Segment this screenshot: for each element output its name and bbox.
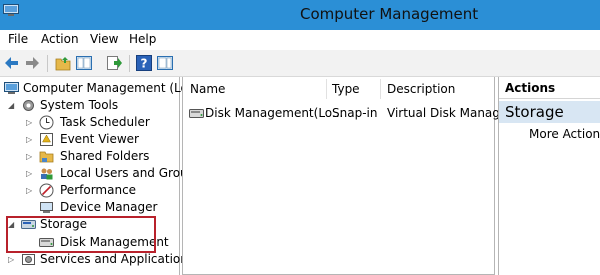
tree-label: Performance <box>60 183 137 197</box>
menu-action[interactable]: Action <box>41 32 79 46</box>
up-folder-icon[interactable] <box>55 55 71 71</box>
tree-label: Computer Management (Local <box>23 81 206 95</box>
column-separator[interactable] <box>380 79 381 99</box>
console-tree: Computer Management (Local ◢ System Tool… <box>0 77 205 275</box>
title-bar: Computer Management <box>0 0 600 30</box>
event-viewer-icon <box>40 133 53 146</box>
tree-item-system-tools[interactable]: ◢ System Tools <box>0 97 180 114</box>
show-hide-tree-icon[interactable] <box>76 55 92 71</box>
expanded-arrow-icon[interactable]: ◢ <box>8 97 17 114</box>
menu-view[interactable]: View <box>90 32 118 46</box>
users-icon <box>41 168 53 180</box>
tree-label: Task Scheduler <box>60 115 150 129</box>
svg-text:?: ? <box>141 57 148 71</box>
performance-icon <box>39 183 54 198</box>
column-header-type[interactable]: Type <box>332 82 360 96</box>
tree-label: Device Manager <box>60 200 158 214</box>
cell-type: Snap-in <box>332 106 378 120</box>
menu-file[interactable]: File <box>8 32 28 46</box>
export-list-icon[interactable] <box>106 55 122 71</box>
cell-description: Virtual Disk Manager <box>387 106 513 120</box>
window-title: Computer Management <box>300 5 479 23</box>
tree-label: Local Users and Groups <box>60 166 202 180</box>
tree-item-shared-folders[interactable]: ▷ Shared Folders <box>0 148 180 165</box>
actions-pane: Actions Storage More Actions <box>498 77 600 275</box>
collapsed-arrow-icon[interactable]: ▷ <box>8 251 17 268</box>
tree-label: Shared Folders <box>60 149 150 163</box>
tree-label: Event Viewer <box>60 132 139 146</box>
system-tools-icon <box>23 100 34 111</box>
tree-item-services-applications[interactable]: ▷ Services and Applications <box>0 251 194 268</box>
back-icon[interactable] <box>4 55 20 71</box>
device-manager-icon <box>40 202 53 213</box>
highlight-annotation <box>6 216 156 253</box>
tree-item-performance[interactable]: ▷ Performance <box>0 182 180 199</box>
toolbar-separator <box>129 55 130 72</box>
tree-item-device-manager[interactable]: Device Manager <box>0 199 180 216</box>
tree-item-computer-management[interactable]: Computer Management (Local <box>0 80 205 97</box>
toolbar-separator <box>47 55 48 72</box>
collapsed-arrow-icon[interactable]: ▷ <box>26 148 35 165</box>
clock-icon <box>39 115 54 130</box>
column-header-description[interactable]: Description <box>387 82 455 96</box>
tree-item-task-scheduler[interactable]: ▷ Task Scheduler <box>0 114 180 131</box>
results-list: Name Type Description Disk Management(Lo… <box>182 77 512 275</box>
forward-icon[interactable] <box>24 55 40 71</box>
shared-folder-icon <box>39 151 54 163</box>
menu-bar: File Action View Help <box>0 30 600 50</box>
actions-section-storage[interactable]: Storage <box>499 101 600 123</box>
actions-header: Actions <box>499 77 600 99</box>
cell-name: Disk Management(Lo... <box>205 106 344 120</box>
collapsed-arrow-icon[interactable]: ▷ <box>26 114 35 131</box>
column-separator[interactable] <box>326 79 327 99</box>
tree-label: Services and Applications <box>40 252 195 266</box>
disk-management-icon <box>189 109 204 118</box>
more-actions-link[interactable]: More Actions <box>529 127 600 141</box>
column-header-name[interactable]: Name <box>190 82 225 96</box>
services-icon <box>22 254 35 265</box>
collapsed-arrow-icon[interactable]: ▷ <box>26 182 35 199</box>
tree-item-event-viewer[interactable]: ▷ Event Viewer <box>0 131 180 148</box>
collapsed-arrow-icon[interactable]: ▷ <box>26 131 35 148</box>
tree-item-local-users-groups[interactable]: ▷ Local Users and Groups <box>0 165 202 182</box>
tree-label: System Tools <box>40 98 119 112</box>
computer-management-icon <box>4 82 19 94</box>
toolbar: ? <box>0 50 600 77</box>
collapsed-arrow-icon[interactable]: ▷ <box>26 165 35 182</box>
computer-management-icon <box>3 4 19 16</box>
menu-help[interactable]: Help <box>129 32 156 46</box>
show-hide-action-pane-icon[interactable] <box>157 55 173 71</box>
help-icon[interactable]: ? <box>136 55 152 71</box>
